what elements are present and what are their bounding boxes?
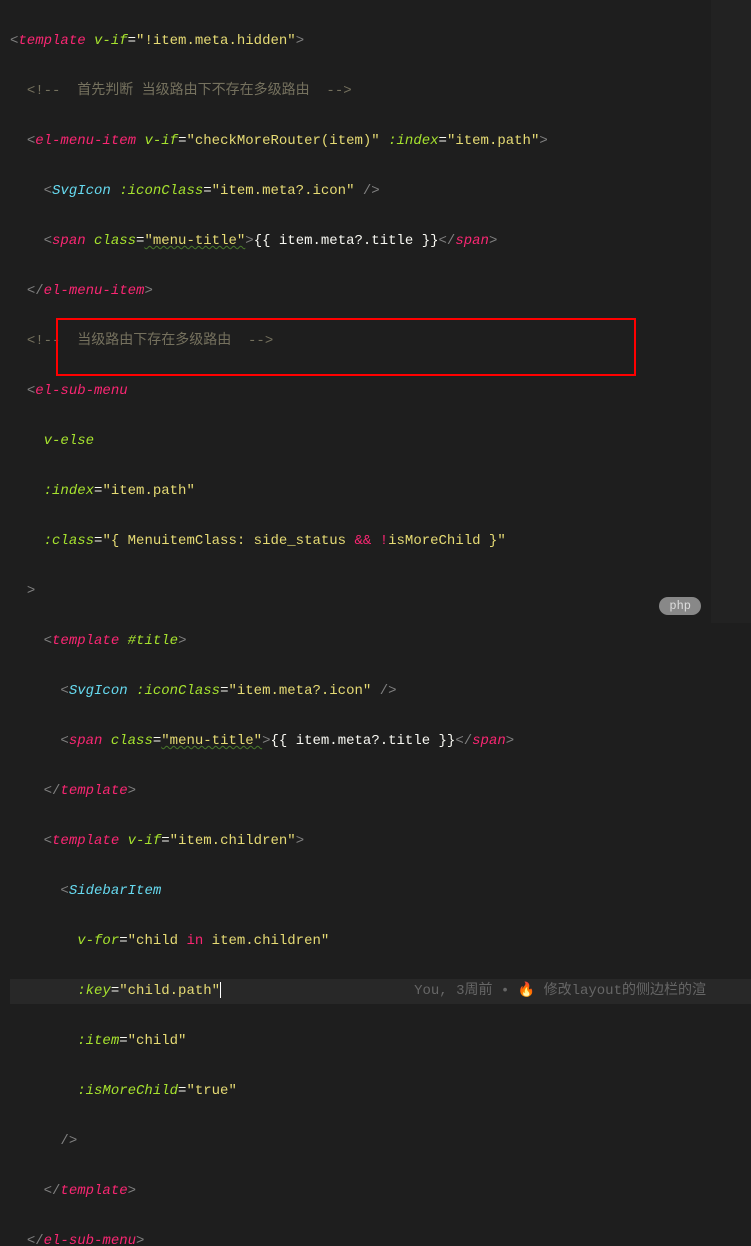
code-line: <!-- 当级路由下存在多级路由 --> (10, 329, 751, 354)
code-line: /> (10, 1129, 751, 1154)
code-line: </el-menu-item> (10, 279, 751, 304)
code-editor[interactable]: <template v-if="!item.meta.hidden"> <!--… (0, 0, 751, 1246)
code-line: v-else (10, 429, 751, 454)
code-line: > (10, 579, 751, 604)
code-line: v-for="child in item.children" (10, 929, 751, 954)
code-line: <span class="menu-title">{{ item.meta?.t… (10, 729, 751, 754)
code-line: <template v-if="!item.meta.hidden"> (10, 29, 751, 54)
code-line: <!-- 首先判断 当级路由下不存在多级路由 --> (10, 79, 751, 104)
code-line: <el-sub-menu (10, 379, 751, 404)
code-line: :item="child" (10, 1029, 751, 1054)
code-line: </template> (10, 1179, 751, 1204)
watermark-badge: php (659, 597, 701, 615)
text-cursor (220, 982, 221, 998)
code-line: </el-sub-menu> (10, 1229, 751, 1246)
code-line: <el-menu-item v-if="checkMoreRouter(item… (10, 129, 751, 154)
code-line: <template v-if="item.children"> (10, 829, 751, 854)
code-line: <SvgIcon :iconClass="item.meta?.icon" /> (10, 179, 751, 204)
code-line: <SvgIcon :iconClass="item.meta?.icon" /> (10, 679, 751, 704)
fire-icon: 🔥 (518, 983, 535, 999)
code-line: :class="{ MenuitemClass: side_status && … (10, 529, 751, 554)
minimap[interactable] (711, 0, 751, 623)
code-line: <template #title> (10, 629, 751, 654)
code-line: <SidebarItem (10, 879, 751, 904)
code-line: :index="item.path" (10, 479, 751, 504)
git-blame-annotation: You, 3周前 • 🔥 修改layout的侧边栏的渲 (414, 979, 706, 1004)
code-line-blame: :key="child.path"You, 3周前 • 🔥 修改layout的侧… (10, 979, 751, 1004)
code-line: <span class="menu-title">{{ item.meta?.t… (10, 229, 751, 254)
code-line: </template> (10, 779, 751, 804)
code-line: :isMoreChild="true" (10, 1079, 751, 1104)
